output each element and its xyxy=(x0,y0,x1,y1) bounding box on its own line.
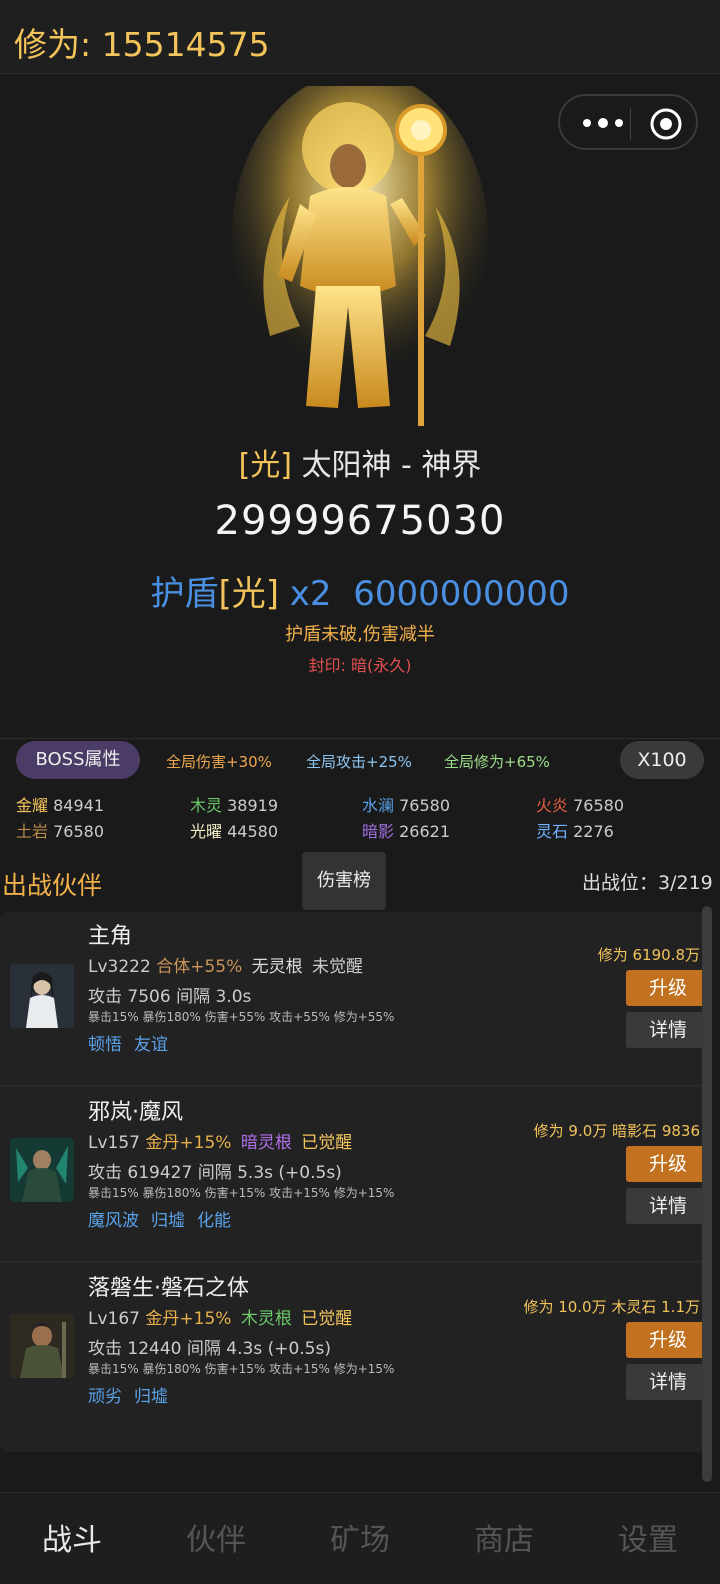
top-bar: 修为: 15514575 xyxy=(0,0,720,74)
detail-button[interactable]: 详情 xyxy=(626,1012,710,1048)
partner-attack: 攻击 7506 间隔 3.0s xyxy=(88,987,252,1007)
boss-name: [光] 太阳神 - 神界 xyxy=(0,440,720,484)
close-target-icon[interactable] xyxy=(648,106,684,142)
buff-global-cultivation: 全局修为+65% xyxy=(444,753,550,771)
stone-earth: 土岩 76580 xyxy=(16,822,105,841)
stone-dark: 暗影 26621 xyxy=(362,822,451,841)
boss-title: 太阳神 - 神界 xyxy=(291,448,482,483)
partner-attack: 攻击 619427 间隔 5.3s (+0.5s) xyxy=(88,1163,342,1183)
boss-shield: 护盾[光] x2 6000000000 xyxy=(0,566,720,615)
shield-value: 6000000000 xyxy=(353,574,570,614)
multiplier-button[interactable]: X100 xyxy=(620,741,704,779)
partner-list: 主角 Lv3222 合体+55% 无灵根 未觉醒 攻击 7506 间隔 3.0s… xyxy=(0,912,712,1452)
partner-card: 主角 Lv3222 合体+55% 无灵根 未觉醒 攻击 7506 间隔 3.0s… xyxy=(0,912,712,1086)
more-icon[interactable] xyxy=(578,110,628,136)
skill-tag[interactable]: 化能 xyxy=(197,1211,231,1231)
partners-header: 出战伙伴 伤害榜 出战位：3/219 xyxy=(0,852,720,912)
shield-attribute: [光] xyxy=(218,574,279,614)
upgrade-button[interactable]: 升级 xyxy=(626,1146,710,1182)
partner-attack: 攻击 12440 间隔 4.3s (+0.5s) xyxy=(88,1339,331,1359)
partner-avatar xyxy=(10,1138,74,1202)
upgrade-cost: 修为 10.0万 木灵石 1.1万 xyxy=(523,1298,700,1316)
boss-attributes-button[interactable]: BOSS属性 xyxy=(16,741,140,779)
partners-title: 出战伙伴 xyxy=(2,871,103,900)
boss-portrait xyxy=(232,86,488,426)
skill-tag[interactable]: 归墟 xyxy=(134,1387,168,1407)
partner-name: 邪岚·魔风 xyxy=(88,1100,183,1125)
buff-bar: BOSS属性 全局伤害+30% 全局攻击+25% 全局修为+65% X100 xyxy=(0,738,720,786)
cultivation-total: 修为: 15514575 xyxy=(14,25,270,64)
stone-water: 水澜 76580 xyxy=(362,796,451,815)
upgrade-cost: 修为 9.0万 暗影石 9836 xyxy=(533,1122,700,1140)
buff-global-attack: 全局攻击+25% xyxy=(306,753,412,771)
detail-button[interactable]: 详情 xyxy=(626,1364,710,1400)
partner-tags: Lv167 金丹+15% 木灵根 已觉醒 xyxy=(88,1309,353,1329)
partner-avatar xyxy=(10,964,74,1028)
partner-skills: 顽劣 归墟 xyxy=(88,1382,180,1407)
skill-tag[interactable]: 魔风波 xyxy=(88,1211,139,1231)
stone-spirit: 灵石 2276 xyxy=(536,822,614,841)
partner-list-scrollbar[interactable] xyxy=(702,906,712,1482)
detail-button[interactable]: 详情 xyxy=(626,1188,710,1224)
seal-status: 封印: 暗(永久) xyxy=(308,656,412,675)
partner-skills: 魔风波 归墟 化能 xyxy=(88,1206,243,1231)
damage-ranking-tab[interactable]: 伤害榜 xyxy=(302,852,386,910)
deploy-slots: 出战位：3/219 xyxy=(582,872,713,894)
upgrade-cost: 修为 6190.8万 xyxy=(597,946,700,964)
skill-tag[interactable]: 顿悟 xyxy=(88,1035,122,1055)
skill-tag[interactable]: 顽劣 xyxy=(88,1387,122,1407)
partner-name: 主角 xyxy=(88,924,133,949)
boss-hp: 29999675030 xyxy=(214,498,506,544)
shield-note: 护盾未破,伤害减半 xyxy=(285,624,435,645)
tab-shop[interactable]: 商店 xyxy=(432,1515,576,1559)
tab-settings[interactable]: 设置 xyxy=(576,1515,720,1559)
partner-name: 落磐生·磐石之体 xyxy=(88,1276,249,1301)
partner-card: 落磐生·磐石之体 Lv167 金丹+15% 木灵根 已觉醒 攻击 12440 间… xyxy=(0,1264,712,1438)
skill-tag[interactable]: 归墟 xyxy=(151,1211,185,1231)
shield-label: 护盾 xyxy=(150,574,219,614)
upgrade-button[interactable]: 升级 xyxy=(626,1322,710,1358)
partner-stats: 暴击15% 暴伤180% 伤害+15% 攻击+15% 修为+15% xyxy=(88,1362,395,1376)
tab-mine[interactable]: 矿场 xyxy=(288,1515,432,1559)
shield-multiplier: x2 xyxy=(279,574,354,614)
buff-global-damage: 全局伤害+30% xyxy=(166,753,272,771)
skill-tag[interactable]: 友谊 xyxy=(134,1035,168,1055)
partner-skills: 顿悟 友谊 xyxy=(88,1030,180,1055)
boss-attribute: [光] xyxy=(238,448,292,483)
stone-light: 光曜 44580 xyxy=(190,822,279,841)
partner-tags: Lv3222 合体+55% 无灵根 未觉醒 xyxy=(88,957,364,977)
capsule-divider xyxy=(630,108,631,140)
bottom-tab-bar: 战斗 伙伴 矿场 商店 设置 xyxy=(0,1492,720,1584)
tab-battle[interactable]: 战斗 xyxy=(0,1515,144,1559)
stone-fire: 火炎 76580 xyxy=(536,796,625,815)
tab-partners[interactable]: 伙伴 xyxy=(144,1515,288,1559)
partner-card: 邪岚·魔风 Lv157 金丹+15% 暗灵根 已觉醒 攻击 619427 间隔 … xyxy=(0,1088,712,1262)
upgrade-button[interactable]: 升级 xyxy=(626,970,710,1006)
miniprogram-capsule xyxy=(558,94,698,150)
partner-avatar xyxy=(10,1314,74,1378)
stone-metal: 金耀 84941 xyxy=(16,796,105,815)
partner-tags: Lv157 金丹+15% 暗灵根 已觉醒 xyxy=(88,1133,353,1153)
partner-stats: 暴击15% 暴伤180% 伤害+55% 攻击+55% 修为+55% xyxy=(88,1010,395,1024)
stone-wood: 木灵 38919 xyxy=(190,796,279,815)
partner-stats: 暴击15% 暴伤180% 伤害+15% 攻击+15% 修为+15% xyxy=(88,1186,395,1200)
